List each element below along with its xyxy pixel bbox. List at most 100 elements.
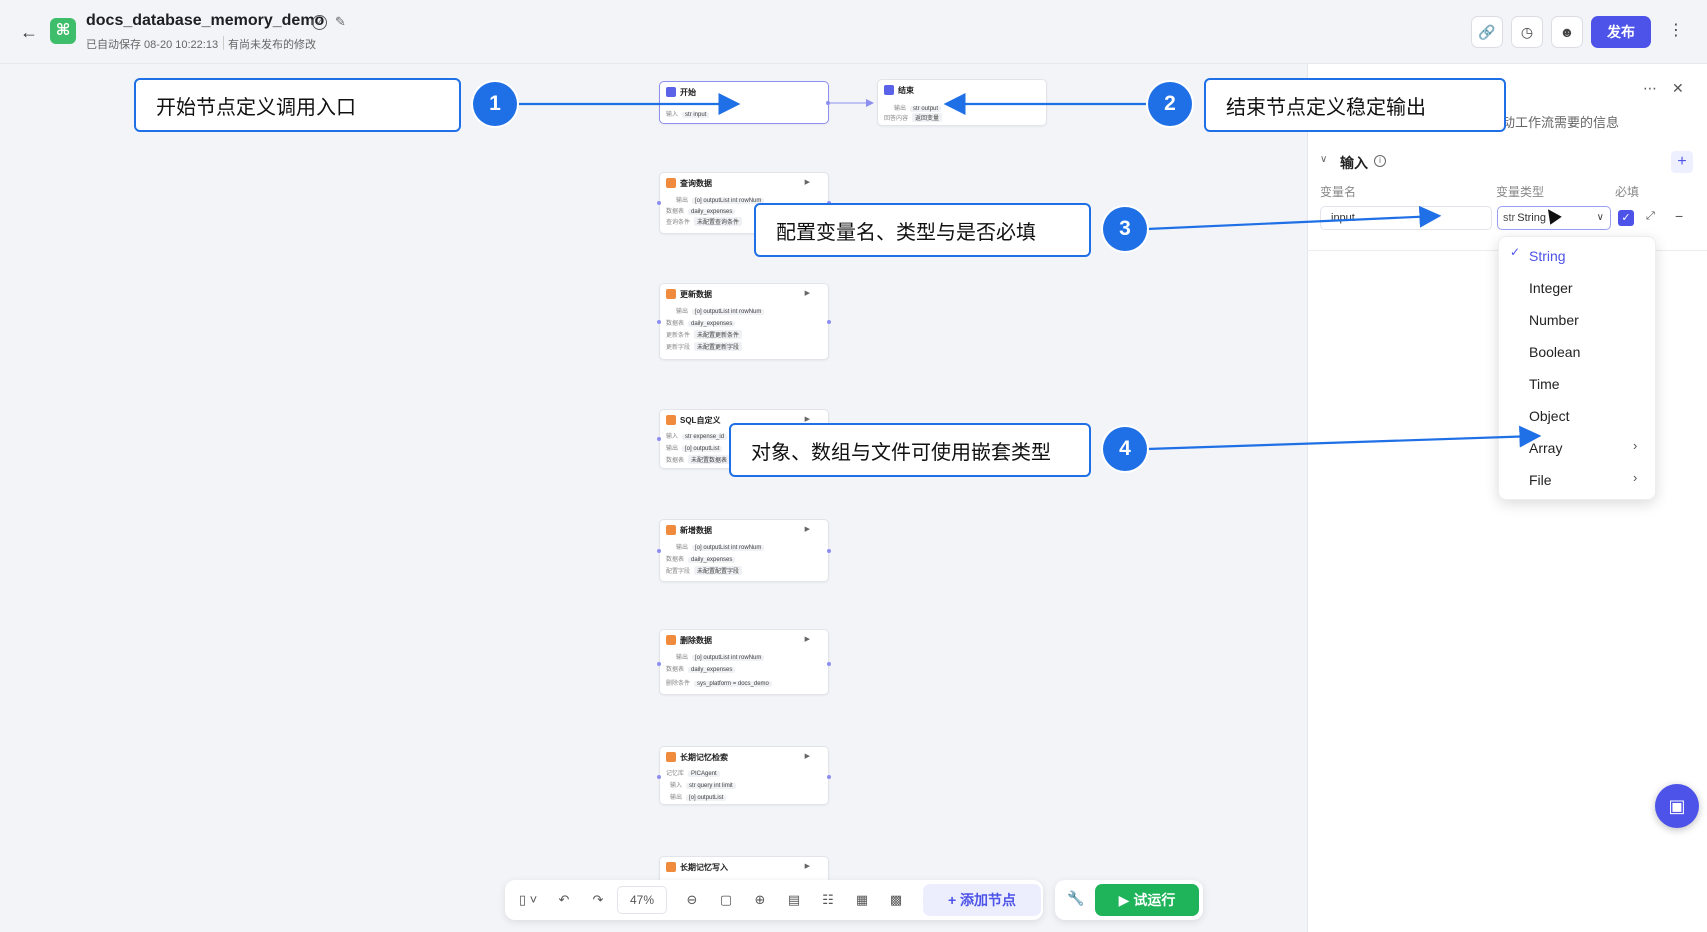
row-tag: 返回变量: [912, 113, 943, 122]
type-option-integer[interactable]: Integer: [1529, 280, 1573, 296]
type-option-boolean[interactable]: Boolean: [1529, 344, 1580, 360]
type-option-string[interactable]: String: [1529, 248, 1566, 264]
row-label: 数据表: [666, 557, 685, 563]
node-title: 更新数据: [680, 290, 712, 299]
row-label: 记忆库: [666, 771, 685, 777]
chevron-down-icon[interactable]: ∨: [1320, 154, 1327, 165]
input-section-title: 输入: [1340, 155, 1368, 171]
mouse-mode-icon[interactable]: ▯ ˅: [513, 890, 543, 910]
image-export-icon[interactable]: ▦: [851, 890, 873, 910]
memory-icon: [666, 752, 676, 762]
auto-layout-icon[interactable]: ☷: [817, 890, 839, 910]
insert-data-node[interactable]: 新增数据 ▶ 输出 [o] outputList int rowNum 数据表 da…: [659, 519, 829, 582]
publish-button[interactable]: 发布: [1591, 16, 1651, 48]
assistant-chat-icon[interactable]: ▣: [1655, 784, 1699, 828]
run-node-icon[interactable]: ▶: [805, 525, 810, 533]
back-arrow-icon[interactable]: ←: [18, 22, 40, 42]
callout-text: 结束节点定义稳定输出: [1226, 96, 1426, 119]
callout-3: 配置变量名、类型与是否必填: [754, 203, 1091, 257]
output-port[interactable]: [826, 101, 830, 105]
undo-icon[interactable]: ↶: [553, 890, 575, 910]
input-port[interactable]: [657, 775, 661, 779]
more-vertical-icon[interactable]: ⋮: [1662, 16, 1690, 48]
user-share-icon[interactable]: ☻: [1551, 16, 1583, 48]
row-tag: PICAgent: [688, 771, 720, 777]
node-title: 结束: [898, 86, 914, 95]
type-option-number[interactable]: Number: [1529, 312, 1579, 328]
end-node[interactable]: 结束 输出 str output 回答内容 返回变量: [877, 79, 1047, 126]
row-tag: [o] outputList: [682, 446, 723, 452]
divider: [223, 36, 224, 50]
zoom-level-select[interactable]: 47%: [617, 886, 667, 914]
type-option-object[interactable]: Object: [1529, 408, 1569, 424]
remove-variable-icon[interactable]: −: [1675, 208, 1683, 224]
check-icon: ✓: [1510, 245, 1521, 259]
minimap-icon[interactable]: ▩: [885, 890, 907, 910]
chevron-down-icon: ∨: [1596, 212, 1604, 223]
expand-icon[interactable]: ⤢: [1646, 210, 1655, 223]
workflow-title: docs_database_memory_demo: [86, 12, 325, 29]
callout-text: 配置变量名、类型与是否必填: [776, 221, 1036, 244]
workflow-canvas[interactable]: 开始 输入 str input 结束 输出 str output 回答内容 返回变量 …: [0, 64, 1307, 932]
type-option-time[interactable]: Time: [1529, 376, 1560, 392]
row-tag: daily_expenses: [688, 209, 736, 215]
row-label: 更新条件: [666, 333, 691, 339]
row-tag: [o] outputList: [686, 795, 727, 801]
comment-icon[interactable]: ▤: [783, 890, 805, 910]
callout-badge-2: 2: [1148, 82, 1192, 126]
zoom-out-icon[interactable]: ⊖: [681, 890, 703, 910]
row-label: 输出: [676, 655, 689, 661]
node-title: 开始: [680, 88, 696, 97]
redo-icon[interactable]: ↷: [587, 890, 609, 910]
row-tag: str output: [910, 106, 942, 112]
input-port[interactable]: [657, 201, 661, 205]
start-node[interactable]: 开始 输入 str input: [659, 81, 829, 124]
database-icon: [666, 289, 676, 299]
run-node-icon[interactable]: ▶: [805, 178, 810, 186]
run-node-icon[interactable]: ▶: [805, 415, 810, 423]
node-title: 新增数据: [680, 526, 712, 535]
type-option-array[interactable]: Array: [1529, 440, 1562, 456]
memory-search-node[interactable]: 长期记忆检索 ▶ 记忆库 PICAgent 输入 str query int lim…: [659, 746, 829, 805]
run-node-icon[interactable]: ▶: [805, 289, 810, 297]
input-port[interactable]: [657, 320, 661, 324]
input-port[interactable]: [657, 437, 661, 441]
delete-data-node[interactable]: 删除数据 ▶ 输出 [o] outputList int rowNum 数据表 da…: [659, 629, 829, 695]
output-port[interactable]: [827, 775, 831, 779]
row-tag: [o] outputList int rowNum: [692, 545, 765, 551]
memory-icon: [666, 862, 676, 872]
output-port[interactable]: [827, 662, 831, 666]
input-port[interactable]: [657, 549, 661, 553]
column-header-name: 变量名: [1320, 185, 1357, 199]
more-horizontal-icon[interactable]: ⋯: [1643, 80, 1657, 97]
required-checkbox[interactable]: ✓: [1618, 210, 1634, 226]
app-logo-icon: ⌘: [50, 18, 76, 44]
node-title: 长期记忆检索: [680, 753, 728, 762]
run-node-icon[interactable]: ▶: [805, 635, 810, 643]
run-node-icon[interactable]: ▶: [805, 862, 810, 870]
close-icon[interactable]: ✕: [1672, 80, 1684, 97]
output-port[interactable]: [827, 320, 831, 324]
row-tag: [o] outputList int rowNum: [692, 198, 765, 204]
test-run-button[interactable]: ▶ 试运行: [1095, 884, 1199, 916]
update-data-node[interactable]: 更新数据 ▶ 输出 [o] outputList int rowNum 数据表 da…: [659, 283, 829, 360]
link-icon[interactable]: 🔗: [1471, 16, 1503, 48]
fit-view-icon[interactable]: ▢: [715, 890, 737, 910]
edit-pencil-icon[interactable]: ✎: [335, 14, 346, 30]
type-prefix: str: [1503, 212, 1516, 224]
zoom-in-icon[interactable]: ⊕: [749, 890, 771, 910]
end-node-icon: [884, 85, 894, 95]
output-port[interactable]: [827, 549, 831, 553]
variable-name-input[interactable]: input: [1320, 206, 1492, 230]
column-header-type: 变量类型: [1496, 185, 1545, 199]
autosave-status: 已自动保存 08-20 10:22:13: [86, 39, 219, 51]
input-port[interactable]: [657, 662, 661, 666]
add-node-button[interactable]: + 添加节点: [923, 884, 1041, 916]
history-clock-icon[interactable]: ◷: [1511, 16, 1543, 48]
run-toolbar: 🔧 ▶ 试运行: [1055, 880, 1203, 920]
run-node-icon[interactable]: ▶: [805, 752, 810, 760]
type-option-file[interactable]: File: [1529, 472, 1552, 488]
play-circle-icon: ▶: [1118, 892, 1134, 908]
add-variable-button[interactable]: +: [1671, 151, 1693, 173]
wrench-icon[interactable]: 🔧: [1067, 890, 1084, 907]
